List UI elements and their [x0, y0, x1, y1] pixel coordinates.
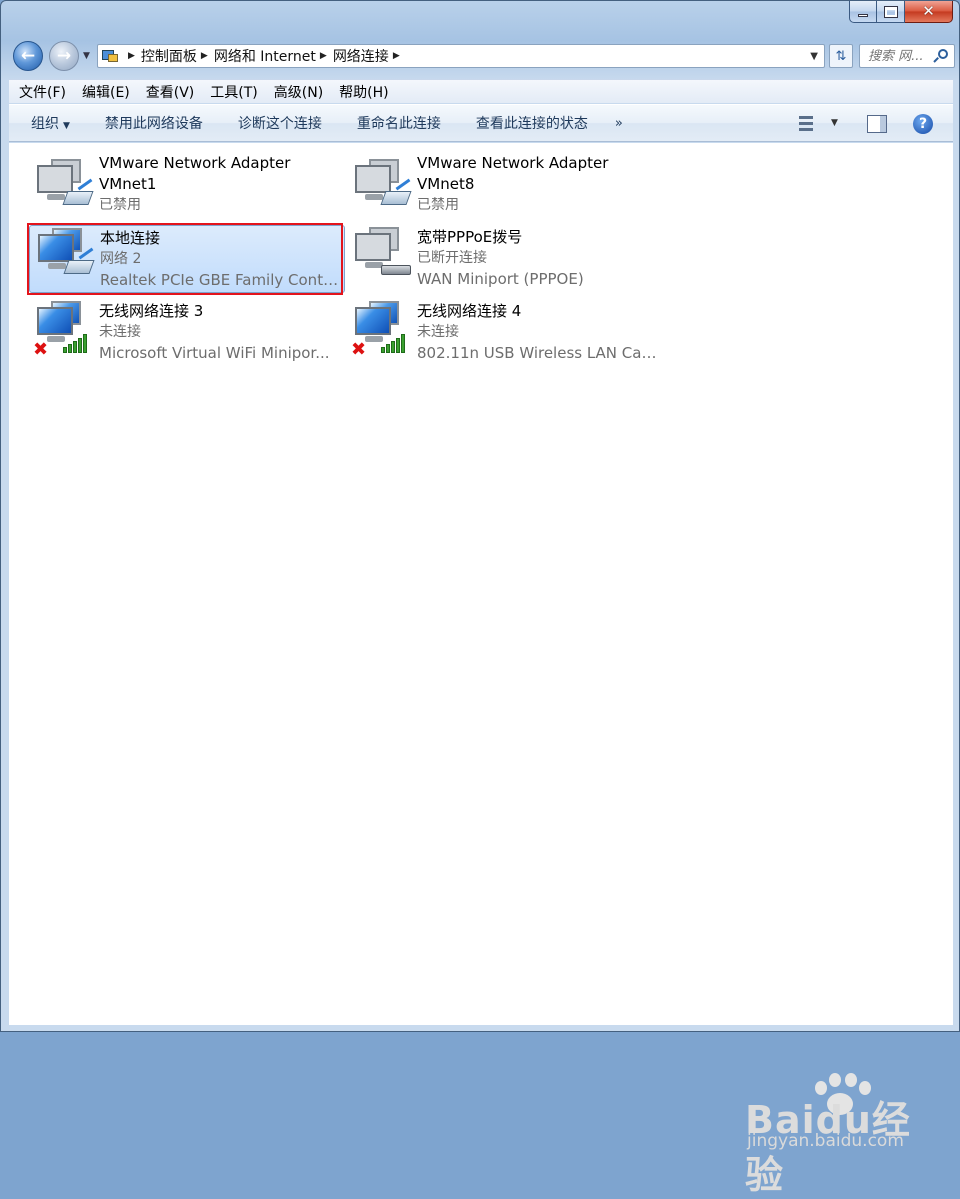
forward-button[interactable]: →: [49, 41, 79, 71]
refresh-button[interactable]: ⇅: [829, 44, 853, 68]
explorer-window: ✕ ← → ▼ ▶ 控制面板 ▶ 网络和 Internet ▶ 网络连接 ▶ ▼…: [0, 0, 960, 1197]
close-icon: ✕: [922, 2, 935, 20]
wireless-connection-icon: ✖: [351, 299, 411, 359]
broadband-modem-icon: [351, 225, 411, 281]
signal-bars-icon: [63, 333, 89, 353]
caption-buttons: ✕: [849, 1, 953, 23]
address-bar[interactable]: ▶ 控制面板 ▶ 网络和 Internet ▶ 网络连接 ▶ ▼: [97, 44, 825, 68]
connection-item-vmnet8[interactable]: VMware Network Adapter VMnet8 已禁用: [347, 149, 663, 217]
breadcrumb-network-connections[interactable]: 网络连接: [333, 46, 389, 66]
rename-connection-button[interactable]: 重命名此连接: [357, 113, 441, 133]
connection-name: VMware Network Adapter: [99, 154, 291, 172]
connection-device: Microsoft Virtual WiFi Minipor...: [99, 344, 330, 362]
network-adapter-disabled-icon: [33, 157, 94, 213]
search-box[interactable]: [859, 44, 955, 68]
breadcrumb-arrow-icon[interactable]: ▶: [393, 51, 400, 61]
signal-bars-icon: [381, 333, 407, 353]
chevron-down-icon: ▼: [63, 121, 70, 131]
wireless-connection-icon: ✖: [33, 299, 93, 359]
maximize-icon: [883, 5, 898, 18]
breadcrumb-arrow-icon[interactable]: ▶: [128, 51, 135, 61]
connection-device: 802.11n USB Wireless LAN Car...: [417, 344, 657, 362]
diagnose-connection-button[interactable]: 诊断这个连接: [238, 113, 322, 133]
navigation-row: ← → ▼ ▶ 控制面板 ▶ 网络和 Internet ▶ 网络连接 ▶ ▼ ⇅: [11, 39, 955, 73]
connection-status: 已禁用: [417, 197, 459, 213]
disconnected-x-icon: ✖: [33, 339, 49, 360]
back-arrow-icon: ←: [20, 46, 36, 66]
menu-edit[interactable]: 编辑(E): [82, 82, 130, 102]
menu-help[interactable]: 帮助(H): [339, 82, 388, 102]
connection-device: WAN Miniport (PPPOE): [417, 270, 584, 288]
baidu-watermark: Baidu经验 jingyan.baidu.com: [739, 1073, 939, 1197]
connection-name-line2: VMnet1: [99, 175, 157, 193]
maximize-button[interactable]: [877, 1, 905, 23]
breadcrumb-arrow-icon[interactable]: ▶: [201, 51, 208, 61]
breadcrumb-network-internet[interactable]: 网络和 Internet: [214, 46, 316, 66]
network-adapter-disabled-icon: [351, 157, 412, 213]
connections-list: VMware Network Adapter VMnet1 已禁用 VMware…: [9, 143, 953, 1197]
address-dropdown-icon[interactable]: ▼: [810, 51, 818, 62]
forward-arrow-icon: →: [56, 46, 72, 66]
watermark-url: jingyan.baidu.com: [747, 1131, 904, 1151]
help-icon[interactable]: ?: [913, 114, 933, 134]
search-icon[interactable]: [933, 49, 948, 63]
view-options-dropdown-icon[interactable]: ▼: [831, 118, 838, 128]
connection-status: 已断开连接: [417, 250, 487, 266]
connection-status: 已禁用: [99, 197, 141, 213]
menu-tools[interactable]: 工具(T): [210, 82, 257, 102]
refresh-icon: ⇅: [835, 48, 847, 64]
breadcrumb-control-panel[interactable]: 控制面板: [141, 46, 197, 66]
disconnected-x-icon: ✖: [351, 339, 367, 360]
connection-item-pppoe[interactable]: 宽带PPPoE拨号 已断开连接 WAN Miniport (PPPOE): [347, 225, 663, 293]
organize-label: 组织: [31, 116, 59, 132]
preview-pane-icon[interactable]: [867, 115, 887, 133]
menu-view[interactable]: 查看(V): [146, 82, 195, 102]
menu-file[interactable]: 文件(F): [19, 82, 66, 102]
connection-item-wireless-4[interactable]: ✖ 无线网络连接 4 未连接 802.11n USB Wireless LAN …: [347, 299, 663, 367]
close-button[interactable]: ✕: [905, 1, 953, 23]
connection-name: 宽带PPPoE拨号: [417, 228, 523, 246]
connection-status: 未连接: [417, 324, 459, 340]
highlight-annotation: [27, 223, 343, 295]
menu-advanced[interactable]: 高级(N): [274, 82, 323, 102]
connection-item-wireless-3[interactable]: ✖ 无线网络连接 3 未连接 Microsoft Virtual WiFi Mi…: [29, 299, 345, 367]
minimize-icon: [858, 14, 868, 17]
back-button[interactable]: ←: [13, 41, 43, 71]
disable-device-button[interactable]: 禁用此网络设备: [105, 113, 203, 133]
minimize-button[interactable]: [849, 1, 877, 23]
connection-status: 未连接: [99, 324, 141, 340]
recent-pages-dropdown[interactable]: ▼: [83, 51, 90, 61]
view-connection-status-button[interactable]: 查看此连接的状态: [476, 113, 588, 133]
change-view-icon[interactable]: [799, 115, 819, 133]
connection-name-line2: VMnet8: [417, 175, 475, 193]
menu-bar: 文件(F) 编辑(E) 查看(V) 工具(T) 高级(N) 帮助(H): [9, 79, 953, 103]
connection-name: 无线网络连接 3: [99, 302, 204, 320]
command-bar: 组织 ▼ 禁用此网络设备 诊断这个连接 重命名此连接 查看此连接的状态 » ▼ ?: [9, 104, 953, 142]
organize-button[interactable]: 组织 ▼: [31, 113, 70, 133]
more-commands-button[interactable]: »: [615, 116, 623, 131]
control-panel-icon: [102, 48, 120, 64]
breadcrumb-arrow-icon[interactable]: ▶: [320, 51, 327, 61]
connection-name: VMware Network Adapter: [417, 154, 609, 172]
connection-item-vmnet1[interactable]: VMware Network Adapter VMnet1 已禁用: [29, 149, 345, 217]
connection-name: 无线网络连接 4: [417, 302, 522, 320]
search-input[interactable]: [868, 48, 930, 64]
